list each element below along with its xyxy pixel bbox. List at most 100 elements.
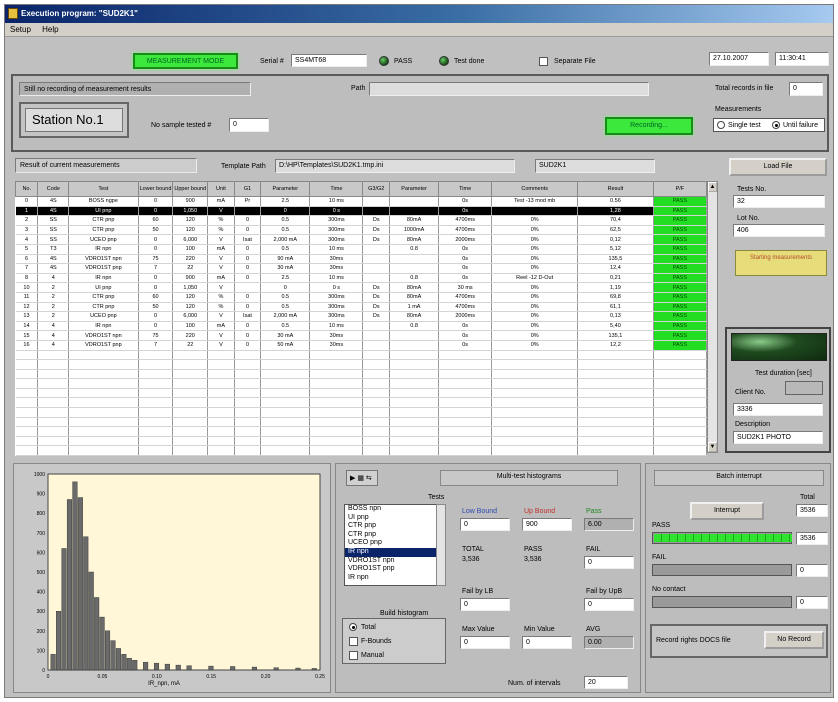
column-header[interactable]: Upper bound <box>172 181 209 197</box>
scroll-up-arrow-icon[interactable]: ▲ <box>708 182 717 192</box>
no-record-button[interactable]: No Record <box>764 631 824 649</box>
table-row[interactable] <box>15 378 708 389</box>
column-header[interactable]: P/F <box>652 181 708 197</box>
table-cell: IR npn <box>68 273 139 284</box>
table-cell: VDRO1ST npn <box>68 254 139 265</box>
table-row[interactable] <box>15 445 708 457</box>
column-header[interactable]: G1 <box>233 181 262 197</box>
table-cell <box>389 206 440 217</box>
column-header[interactable]: Result <box>577 181 654 197</box>
column-header[interactable]: Code <box>37 181 70 197</box>
table-row[interactable]: 7 4S VDRO1ST pnp 7 22 V 0 30 mA 30ms 0s 0% 12,4 PASS <box>15 263 708 274</box>
menu-setup[interactable]: Setup <box>5 23 35 34</box>
until-failure-radio[interactable] <box>772 121 780 129</box>
menu-help[interactable]: Help <box>37 23 62 34</box>
test-list-item[interactable]: CTR pnp <box>345 531 443 540</box>
table-row[interactable]: 16 4 VDRO1ST pnp 7 22 V 0 50 mA 30ms 0s 0% 12,2 PASS <box>15 340 708 351</box>
up-bound-field[interactable]: 900 <box>522 518 572 531</box>
table-cell: 0 <box>234 302 262 313</box>
table-row[interactable]: 3 SS CTR pnp 50 120% 0 0.5 300ms Ds 1000mA 4700ms 0… <box>15 225 708 236</box>
table-row[interactable]: 12 2 CTR pnp 50 120% 0 0.5 300ms Ds 1 mA 4700ms 0% 6… <box>15 302 708 313</box>
table-scrollbar[interactable]: ▲ ▼ <box>707 181 718 453</box>
table-row[interactable] <box>15 426 708 437</box>
empty-cell <box>491 388 579 399</box>
sample-input[interactable]: 0 <box>229 118 269 132</box>
table-cell: Pr <box>234 196 262 207</box>
test-list-item[interactable]: CTR pnp <box>345 522 443 531</box>
table-row[interactable] <box>15 359 708 370</box>
column-header[interactable]: Test <box>68 181 139 197</box>
empty-cell <box>15 359 39 370</box>
column-header[interactable]: Parameter <box>389 181 440 197</box>
column-header[interactable]: No. <box>14 181 39 197</box>
table-row[interactable] <box>15 407 708 418</box>
interrupt-button[interactable]: Interrupt <box>690 502 764 520</box>
column-header[interactable]: Parameter <box>260 181 311 197</box>
empty-cell <box>653 445 708 457</box>
table-row[interactable]: 4 SS UCEO pnp 0 6,000 V Isat 2,000 mA 300ms Ds 80m… <box>15 234 708 245</box>
table-row[interactable] <box>15 436 708 447</box>
table-row[interactable]: 2 SS CTR pnp 60 120% 0 0.5 300ms Ds 80mA 4700ms 0% 7… <box>15 215 708 226</box>
table-cell: % <box>207 225 235 236</box>
column-header[interactable]: Comments <box>491 181 579 197</box>
test-list-item[interactable]: UCEO pnp <box>345 539 443 548</box>
separate-file-checkbox[interactable] <box>539 57 548 66</box>
test-list-item[interactable]: BOSS npn <box>345 505 443 514</box>
test-list-item[interactable]: VDRO1ST pnp <box>345 565 443 574</box>
table-cell: 4 <box>37 340 70 351</box>
table-row[interactable]: 8 4 IR npn 0 900 mA 0 2.5 10 ms 0.8 0s Reel -12 D-O… <box>15 273 708 284</box>
table-row[interactable]: 15 4 VDRO1ST npn 75 220 V 0 30 mA 30ms 0s 0% 135,1 P… <box>15 330 708 341</box>
tab-icons[interactable]: ▶ ▦ ⇆ <box>346 470 378 486</box>
column-header[interactable]: G3/G2 <box>362 181 391 197</box>
table-row[interactable] <box>15 388 708 399</box>
intervals-input[interactable]: 20 <box>584 676 628 689</box>
tests-tab-header[interactable]: Multi-test histograms <box>440 470 618 486</box>
table-cell: 80mA <box>389 311 440 322</box>
table-row[interactable]: 11 2 CTR pnp 60 120% 0 0.5 300ms Ds 80mA 4700ms 0% 6… <box>15 292 708 303</box>
table-row[interactable]: 0 4S BOSS ngpe 0 900 mA Pr 2.5 10 ms 0s Test -13 m… <box>15 196 708 207</box>
table-row[interactable]: 10 2 UI pnp 0 1,050 V 0 0 s Ds 80mA 30 ms 0% 1,19 PAS… <box>15 282 708 293</box>
table-row[interactable]: 5 T3 IR npn 0 100 mA 0 0.5 10 ms 0.8 0s 0% 5,12 PASS <box>15 244 708 255</box>
empty-cell <box>362 397 391 409</box>
test-list-item[interactable]: IR npn <box>345 574 443 583</box>
single-test-radio[interactable] <box>717 121 725 129</box>
table-row[interactable]: 13 2 UCEO pnp 0 6,000 V Isat 2,000 mA 300ms Ds 80m… <box>15 311 708 322</box>
table-row[interactable]: 6 4S VDRO1ST npn 75 220 V 0 90 mA 30ms 0s 0% 135,5 P… <box>15 254 708 265</box>
table-cell <box>362 196 391 207</box>
tests-listbox[interactable]: BOSS npn UI pnp CTR pnp CTR pnp UCEO pnp IR n… <box>344 504 444 586</box>
column-header[interactable]: Unit <box>207 181 235 197</box>
table-row[interactable]: 1 4S UI pnp 0 1,050 V 0 0 s 0s 1,28 PASS <box>15 206 708 217</box>
test-list-item[interactable]: UI pnp <box>345 514 443 523</box>
column-header[interactable]: Time <box>438 181 493 197</box>
table-cell: 2.5 <box>260 273 311 284</box>
avg-label: AVG <box>586 626 601 633</box>
table-cell <box>234 206 262 217</box>
table-cell: UI pnp <box>68 282 139 293</box>
table-row[interactable] <box>15 369 708 380</box>
column-header[interactable]: Time <box>309 181 364 197</box>
empty-cell <box>15 407 39 418</box>
total-radio[interactable] <box>349 623 357 631</box>
load-file-button[interactable]: Load File <box>729 158 827 176</box>
empty-cell <box>577 407 654 418</box>
manual-checkbox[interactable] <box>349 651 358 660</box>
table-cell: 80mA <box>389 282 440 293</box>
scroll-down-arrow-icon[interactable]: ▼ <box>708 442 717 452</box>
table-row[interactable]: 14 4 IR npn 0 100 mA 0 0.5 10 ms 0.8 0s 0% 5,40 PASS <box>15 321 708 332</box>
table-row[interactable] <box>15 417 708 428</box>
recording-button[interactable]: Recording... <box>605 117 693 135</box>
measurement-mode-button[interactable]: MEASUREMENT MODE <box>133 53 238 69</box>
fbounds-checkbox[interactable] <box>349 637 358 646</box>
test-list-item[interactable]: VDRO1ST npn <box>345 557 443 566</box>
empty-cell <box>234 426 262 437</box>
low-bound-field[interactable]: 0 <box>460 518 510 531</box>
table-row[interactable] <box>15 350 708 361</box>
table-row[interactable] <box>15 397 708 409</box>
duration-led-display <box>731 333 827 361</box>
serial-input[interactable]: SS4MT68 <box>291 54 367 67</box>
pf-cell: PASS <box>653 292 708 303</box>
list-scrollbar[interactable] <box>436 504 446 586</box>
column-header[interactable]: Lower bound <box>137 181 174 197</box>
table-cell: 0s <box>438 340 493 351</box>
test-list-item[interactable]: IR npn <box>345 547 443 557</box>
